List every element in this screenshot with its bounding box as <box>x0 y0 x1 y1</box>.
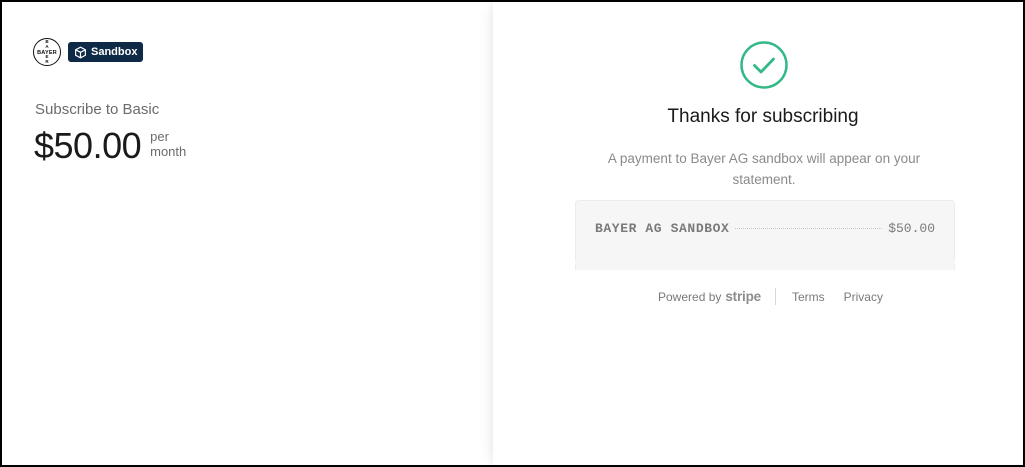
confirmation-title: Thanks for subscribing <box>667 106 859 127</box>
powered-by-label: Powered by <box>658 289 722 304</box>
billing-interval: per month <box>150 129 186 159</box>
privacy-link[interactable]: Privacy <box>844 290 883 304</box>
bayer-logo[interactable]: BAER BAYER <box>33 38 61 66</box>
receipt-dot-leader <box>735 228 883 229</box>
receipt-line: BAYER AG SANDBOX $50.00 <box>595 221 935 236</box>
checkmark-circle-icon <box>740 41 788 89</box>
checkout-footer: Powered by stripe Terms Privacy <box>658 288 883 305</box>
order-summary-pane: BAER BAYER Sandbox Subscribe to Basic $5… <box>2 2 493 465</box>
billing-interval-line2: month <box>150 144 187 159</box>
price-amount: $50.00 <box>34 125 142 166</box>
billing-interval-line1: per <box>150 129 169 144</box>
receipt-amount: $50.00 <box>888 221 935 236</box>
sandbox-badge-label: Sandbox <box>91 46 138 58</box>
receipt-torn-edge <box>575 260 955 268</box>
bayer-logo-text: BAYER <box>37 49 57 56</box>
powered-by-stripe[interactable]: Powered by stripe <box>658 289 761 304</box>
product-name: Subscribe to Basic <box>35 101 160 118</box>
brand-row: BAER BAYER Sandbox <box>33 38 144 66</box>
terms-link[interactable]: Terms <box>792 290 825 304</box>
sandbox-cube-icon <box>75 46 86 58</box>
receipt-merchant: BAYER AG SANDBOX <box>595 221 730 236</box>
stripe-logo: stripe <box>725 289 761 304</box>
price-row: $50.00 per month <box>34 124 186 168</box>
statement-note: A payment to Bayer AG sandbox will appea… <box>607 151 921 187</box>
footer-divider <box>774 288 776 305</box>
sandbox-badge: Sandbox <box>68 42 144 62</box>
checkout-window: BAER BAYER Sandbox Subscribe to Basic $5… <box>0 0 1025 467</box>
